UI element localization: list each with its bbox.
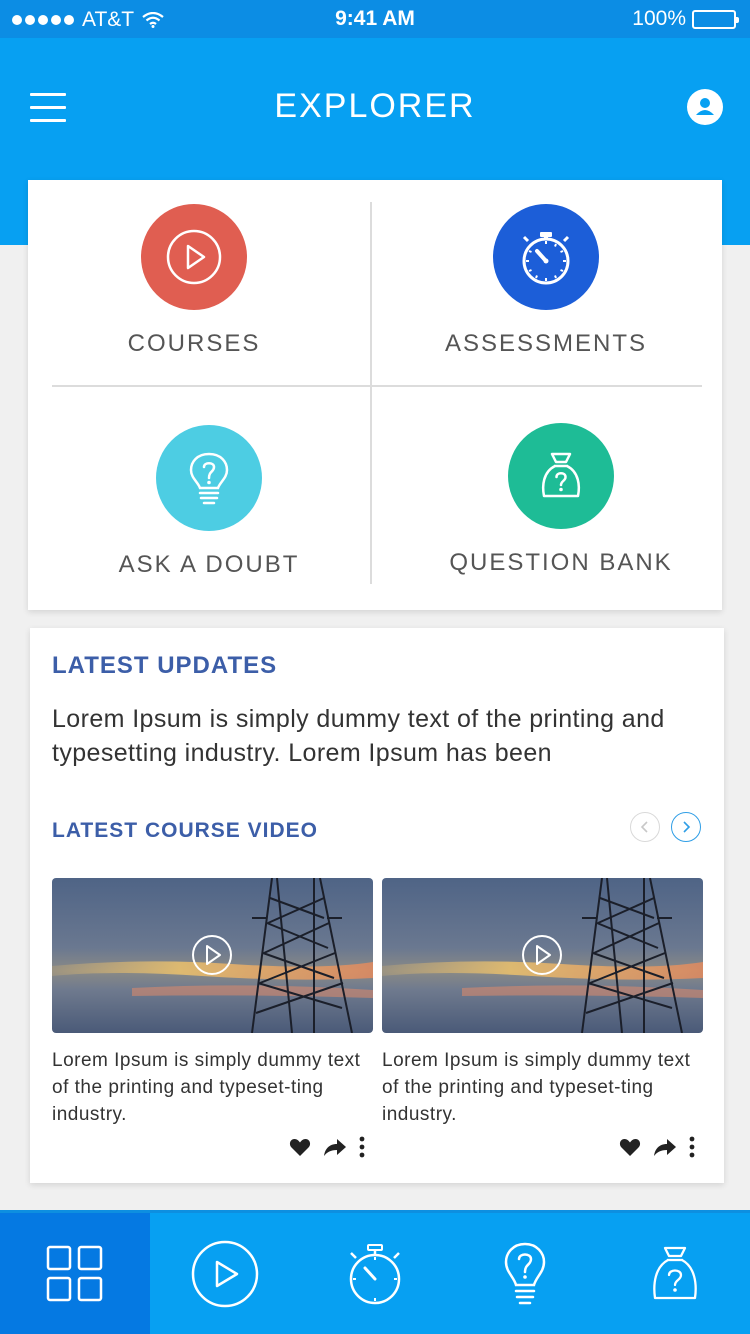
carousel-prev-button[interactable] [630, 812, 660, 842]
more-options-icon[interactable] [689, 1136, 695, 1158]
share-icon[interactable] [653, 1137, 677, 1157]
play-icon [191, 1240, 259, 1307]
tile-question-bank[interactable]: QUESTION BANK [441, 423, 681, 577]
page-title: EXPLORER [274, 87, 476, 125]
status-right: 100% [632, 7, 739, 31]
tab-courses[interactable] [150, 1213, 300, 1334]
video-card: Lorem Ipsum is simply dummy text of the … [52, 878, 373, 1158]
tile-courses-label: COURSES [127, 330, 261, 357]
battery-percent: 100% [632, 7, 686, 30]
latest-updates-heading: LATEST UPDATES [52, 652, 278, 679]
chevron-right-icon [683, 821, 691, 833]
play-icon [166, 229, 222, 285]
tab-explorer[interactable] [0, 1213, 150, 1334]
more-options-icon[interactable] [359, 1136, 365, 1158]
battery-icon [692, 9, 739, 29]
user-icon [696, 98, 714, 115]
stopwatch-icon [349, 1243, 401, 1304]
tile-assessments[interactable]: ASSESSMENTS [441, 204, 651, 358]
tab-question-bank[interactable] [600, 1213, 750, 1334]
video-thumbnail[interactable] [52, 878, 373, 1033]
video-actions [289, 1136, 365, 1158]
updates-card: LATEST UPDATES Lorem Ipsum is simply dum… [30, 628, 724, 1183]
tile-ask-a-doubt[interactable]: ASK A DOUBT [89, 425, 329, 579]
video-description: Lorem Ipsum is simply dummy text of the … [382, 1050, 691, 1125]
ask-a-doubt-circle [156, 425, 262, 531]
status-bar: AT&T 9:41 AM 100% [0, 0, 750, 38]
latest-course-video-heading: LATEST COURSE VIDEO [52, 819, 318, 842]
bottom-tab-bar [0, 1210, 750, 1334]
video-description: Lorem Ipsum is simply dummy text of the … [52, 1050, 361, 1125]
grid-icon [46, 1245, 103, 1301]
question-bag-icon [653, 1246, 697, 1299]
feature-grid: COURSES ASSESSMENTS ASK A DOUBT QUESTION… [28, 180, 722, 610]
tab-assessments[interactable] [300, 1213, 450, 1334]
assessments-circle [493, 204, 599, 310]
grid-divider-vertical [370, 202, 372, 584]
lightbulb-icon [504, 1242, 546, 1304]
latest-updates-text: Lorem Ipsum is simply dummy text of the … [52, 705, 665, 767]
heart-icon[interactable] [619, 1137, 641, 1157]
stopwatch-icon [522, 232, 570, 285]
lightbulb-icon [189, 452, 229, 505]
heart-icon[interactable] [289, 1137, 311, 1157]
question-bank-circle [508, 423, 614, 529]
profile-button[interactable] [687, 89, 723, 125]
tile-ask-a-doubt-label: ASK A DOUBT [118, 551, 300, 578]
share-icon[interactable] [323, 1137, 347, 1157]
courses-circle [141, 204, 247, 310]
video-actions [619, 1136, 695, 1158]
question-bag-icon [541, 452, 581, 498]
tile-courses[interactable]: COURSES [89, 204, 299, 358]
tab-ask-a-doubt[interactable] [450, 1213, 600, 1334]
chevron-left-icon [640, 821, 648, 833]
carousel-next-button[interactable] [671, 812, 701, 842]
video-thumbnail[interactable] [382, 878, 703, 1033]
video-card: Lorem Ipsum is simply dummy text of the … [382, 878, 703, 1158]
grid-divider-horizontal [52, 385, 702, 387]
tile-assessments-label: ASSESSMENTS [444, 330, 648, 357]
tile-question-bank-label: QUESTION BANK [449, 549, 673, 576]
